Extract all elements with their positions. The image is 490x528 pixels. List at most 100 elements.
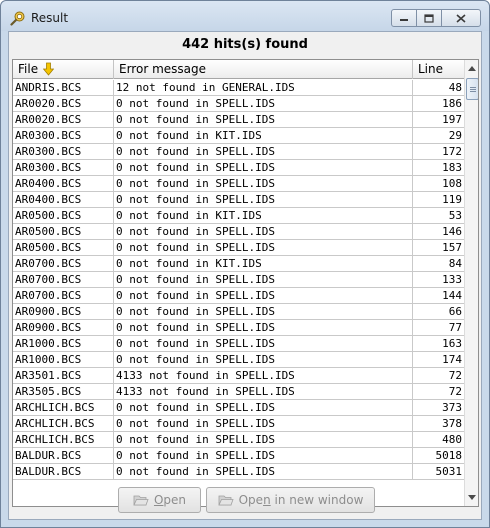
cell-file: AR0500.BCS: [13, 224, 114, 240]
cell-line: 163: [413, 336, 464, 352]
cell-error-message: 0 not found in SPELL.IDS: [114, 176, 413, 192]
title-bar[interactable]: Result: [1, 1, 489, 31]
window-title: Result: [31, 11, 69, 25]
close-button[interactable]: [441, 9, 481, 27]
cell-file: AR0300.BCS: [13, 144, 114, 160]
cell-file: AR3501.BCS: [13, 368, 114, 384]
minimize-button[interactable]: [391, 9, 417, 27]
cell-line: 144: [413, 288, 464, 304]
cell-file: BALDUR.BCS: [13, 464, 114, 480]
table-row[interactable]: AR0500.BCS 0 not found in SPELL.IDS 146: [13, 224, 464, 240]
column-header-file[interactable]: File: [13, 60, 114, 79]
cell-error-message: 0 not found in SPELL.IDS: [114, 400, 413, 416]
folder-open-icon: [217, 495, 234, 505]
cell-file: AR1000.BCS: [13, 336, 114, 352]
cell-line: 108: [413, 176, 464, 192]
sort-arrow-down-icon: [43, 62, 54, 76]
table-row[interactable]: AR0020.BCS 0 not found in SPELL.IDS 197: [13, 112, 464, 128]
table-row[interactable]: AR1000.BCS 0 not found in SPELL.IDS 174: [13, 352, 464, 368]
open-label-mnemonic: O: [153, 493, 164, 507]
button-bar: Open Open in new window: [9, 487, 481, 517]
cell-error-message: 0 not found in SPELL.IDS: [114, 288, 413, 304]
cell-file: BALDUR.BCS: [13, 448, 114, 464]
folder-open-icon: [133, 495, 149, 505]
cell-line: 373: [413, 400, 464, 416]
cell-line: 5031: [413, 464, 464, 480]
minimize-icon: [400, 19, 408, 21]
cell-line: 172: [413, 144, 464, 160]
table-row[interactable]: AR1000.BCS 0 not found in SPELL.IDS 163: [13, 336, 464, 352]
cell-line: 186: [413, 96, 464, 112]
cell-error-message: 0 not found in KIT.IDS: [114, 208, 413, 224]
table-row[interactable]: ARCHLICH.BCS 0 not found in SPELL.IDS 378: [13, 416, 464, 432]
cell-line: 174: [413, 352, 464, 368]
cell-error-message: 0 not found in SPELL.IDS: [114, 352, 413, 368]
table-row[interactable]: ANDRIS.BCS 12 not found in GENERAL.IDS 48: [13, 80, 464, 96]
table-row[interactable]: AR0500.BCS 0 not found in SPELL.IDS 157: [13, 240, 464, 256]
table-row[interactable]: AR3501.BCS 4133 not found in SPELL.IDS 72: [13, 368, 464, 384]
column-header-line[interactable]: Line: [413, 60, 464, 79]
cell-error-message: 0 not found in SPELL.IDS: [114, 224, 413, 240]
table-row[interactable]: AR0900.BCS 0 not found in SPELL.IDS 66: [13, 304, 464, 320]
cell-line: 378: [413, 416, 464, 432]
table-row[interactable]: AR0700.BCS 0 not found in SPELL.IDS 133: [13, 272, 464, 288]
table-row[interactable]: AR0700.BCS 0 not found in KIT.IDS 84: [13, 256, 464, 272]
cell-line: 157: [413, 240, 464, 256]
open-button[interactable]: Open: [118, 487, 201, 513]
hits-count-label: 442 hits(s) found: [182, 37, 308, 52]
scroll-up-button[interactable]: [465, 60, 478, 77]
table-row[interactable]: ARCHLICH.BCS 0 not found in SPELL.IDS 373: [13, 400, 464, 416]
table-row[interactable]: AR0400.BCS 0 not found in SPELL.IDS 108: [13, 176, 464, 192]
maximize-icon: [424, 13, 434, 23]
cell-line: 133: [413, 272, 464, 288]
cell-file: AR0500.BCS: [13, 240, 114, 256]
scroll-thumb[interactable]: [466, 78, 478, 100]
cell-error-message: 0 not found in SPELL.IDS: [114, 432, 413, 448]
close-icon: [456, 13, 466, 23]
table-row[interactable]: AR0300.BCS 0 not found in KIT.IDS 29: [13, 128, 464, 144]
cell-error-message: 0 not found in SPELL.IDS: [114, 304, 413, 320]
column-header-message-label: Error message: [119, 62, 206, 76]
table-row[interactable]: ARCHLICH.BCS 0 not found in SPELL.IDS 480: [13, 432, 464, 448]
table-row[interactable]: BALDUR.BCS 0 not found in SPELL.IDS 5031: [13, 464, 464, 480]
window-controls: [391, 9, 481, 27]
column-header-line-label: Line: [418, 62, 444, 76]
table-row[interactable]: AR3505.BCS 4133 not found in SPELL.IDS 72: [13, 384, 464, 400]
open-in-new-window-button[interactable]: Open in new window: [206, 487, 375, 513]
table-row[interactable]: AR0900.BCS 0 not found in SPELL.IDS 77: [13, 320, 464, 336]
cell-file: AR0700.BCS: [13, 272, 114, 288]
cell-line: 5018: [413, 448, 464, 464]
cell-error-message: 0 not found in SPELL.IDS: [114, 448, 413, 464]
chevron-up-icon: [468, 66, 476, 71]
table-row[interactable]: BALDUR.BCS 0 not found in SPELL.IDS 5018: [13, 448, 464, 464]
table-row[interactable]: AR0020.BCS 0 not found in SPELL.IDS 186: [13, 96, 464, 112]
cell-error-message: 0 not found in SPELL.IDS: [114, 96, 413, 112]
maximize-button[interactable]: [416, 9, 442, 27]
cell-error-message: 12 not found in GENERAL.IDS: [114, 80, 413, 96]
open-new-label-prefix: Ope: [238, 493, 264, 507]
cell-error-message: 0 not found in SPELL.IDS: [114, 336, 413, 352]
cell-error-message: 0 not found in KIT.IDS: [114, 256, 413, 272]
cell-file: AR3505.BCS: [13, 384, 114, 400]
cell-line: 183: [413, 160, 464, 176]
open-in-new-window-label: Open in new window: [239, 493, 364, 507]
table-row[interactable]: AR0400.BCS 0 not found in SPELL.IDS 119: [13, 192, 464, 208]
thumb-grip-line: [470, 87, 476, 88]
table-row[interactable]: AR0500.BCS 0 not found in KIT.IDS 53: [13, 208, 464, 224]
cell-error-message: 0 not found in SPELL.IDS: [114, 160, 413, 176]
table-row[interactable]: AR0300.BCS 0 not found in SPELL.IDS 172: [13, 144, 464, 160]
cell-file: AR0700.BCS: [13, 288, 114, 304]
vertical-scrollbar[interactable]: [464, 60, 478, 506]
cell-file: AR0900.BCS: [13, 320, 114, 336]
table-row[interactable]: AR0300.BCS 0 not found in SPELL.IDS 183: [13, 160, 464, 176]
cell-error-message: 0 not found in SPELL.IDS: [114, 272, 413, 288]
cell-line: 119: [413, 192, 464, 208]
table-row[interactable]: AR0700.BCS 0 not found in SPELL.IDS 144: [13, 288, 464, 304]
cell-line: 197: [413, 112, 464, 128]
cell-error-message: 0 not found in SPELL.IDS: [114, 144, 413, 160]
cell-file: AR0300.BCS: [13, 160, 114, 176]
column-header-message[interactable]: Error message: [114, 60, 413, 79]
cell-error-message: 0 not found in SPELL.IDS: [114, 320, 413, 336]
cell-line: 84: [413, 256, 464, 272]
result-window: Result 442 hits(s) found File Error mess…: [0, 0, 490, 528]
